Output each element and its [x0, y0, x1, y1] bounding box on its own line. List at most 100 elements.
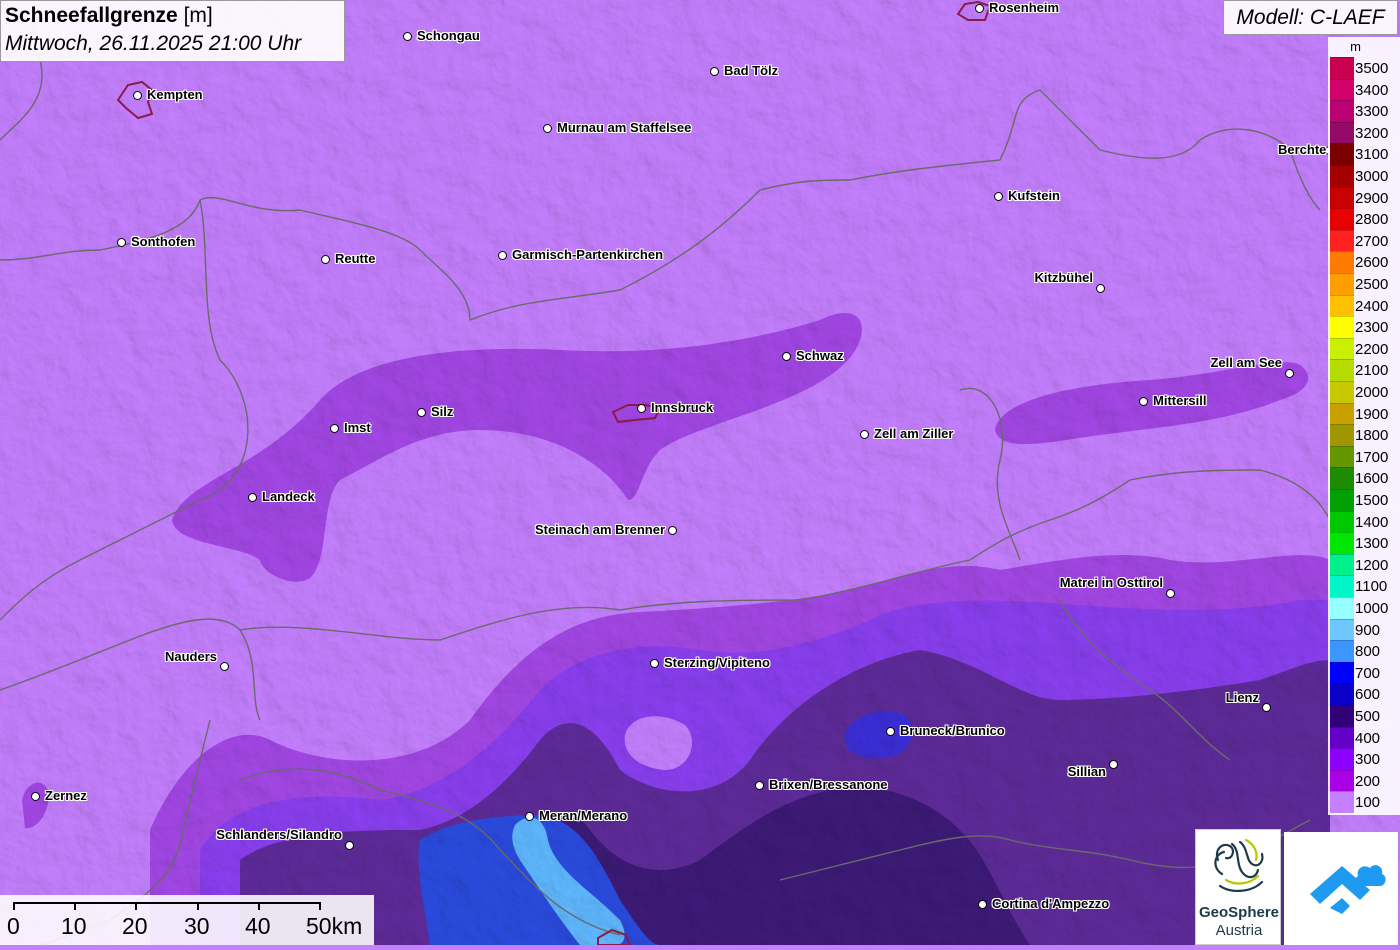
legend-item: 2200	[1328, 337, 1400, 360]
scale-bar: 0 10 20 30 40 50km	[0, 895, 374, 945]
city-label: Zell am See	[1210, 355, 1282, 370]
city-marker[interactable]	[978, 900, 987, 909]
legend-swatch	[1330, 748, 1354, 770]
city-label: Schongau	[417, 28, 480, 43]
city-label: Sonthofen	[131, 234, 196, 249]
legend-swatch	[1330, 337, 1354, 360]
city-marker[interactable]	[975, 4, 984, 13]
city-marker[interactable]	[525, 812, 534, 821]
legend-label: 2900	[1355, 189, 1389, 207]
city-marker[interactable]	[31, 792, 40, 801]
city-marker[interactable]	[755, 781, 764, 790]
legend-label: 200	[1355, 772, 1381, 790]
city-label: Sterzing/Vipiteno	[664, 655, 770, 670]
weather-app-logo[interactable]	[1284, 832, 1398, 945]
legend-swatch	[1330, 57, 1354, 79]
city-marker[interactable]	[345, 841, 354, 850]
legend-item: 1600	[1328, 467, 1400, 489]
geosphere-austria-logo[interactable]: GeoSphere Austria	[1195, 829, 1281, 945]
legend-swatch	[1330, 791, 1354, 813]
city-marker[interactable]	[1285, 369, 1294, 378]
legend-label: 1600	[1355, 470, 1389, 488]
legend-swatch	[1330, 445, 1354, 468]
legend-item: 2500	[1328, 273, 1400, 295]
city-marker[interactable]	[403, 32, 412, 41]
city-marker[interactable]	[710, 67, 719, 76]
legend-item: 1200	[1328, 553, 1400, 576]
legend-label: 3200	[1355, 124, 1389, 142]
city-marker[interactable]	[133, 91, 142, 100]
city-label: Schwaz	[796, 348, 844, 363]
city-marker[interactable]	[1109, 760, 1118, 769]
legend-label: 3500	[1355, 60, 1389, 77]
legend-swatch	[1330, 273, 1354, 295]
city-marker[interactable]	[637, 404, 646, 413]
legend-label: 1800	[1355, 427, 1389, 445]
legend-swatch	[1330, 165, 1354, 187]
legend-swatch	[1330, 489, 1354, 511]
city-label: Kempten	[147, 87, 203, 102]
city-marker[interactable]	[330, 424, 339, 433]
city-label: Kufstein	[1008, 188, 1060, 203]
city-marker[interactable]	[886, 727, 895, 736]
map-title-unit: [m]	[183, 4, 213, 27]
snowline-map[interactable]	[0, 0, 1400, 945]
legend-item: 2100	[1328, 359, 1400, 381]
city-marker[interactable]	[117, 238, 126, 247]
city-label: Murnau am Staffelsee	[557, 120, 692, 135]
legend-swatch	[1330, 229, 1354, 252]
legend-swatch	[1330, 553, 1354, 576]
legend-item: 1100	[1328, 575, 1400, 597]
legend-item: 700	[1328, 661, 1400, 684]
mountain-cloud-icon	[1310, 865, 1386, 914]
legend-swatch	[1330, 726, 1354, 749]
city-marker[interactable]	[321, 255, 330, 264]
legend-item: 2900	[1328, 186, 1400, 209]
legend-item: 3300	[1328, 100, 1400, 122]
legend-swatch	[1330, 143, 1354, 165]
legend-label: 1000	[1355, 600, 1389, 617]
city-marker[interactable]	[498, 251, 507, 260]
legend-swatch	[1330, 705, 1354, 727]
legend-swatch	[1330, 121, 1354, 144]
city-marker[interactable]	[668, 526, 677, 535]
legend-item: 1500	[1328, 489, 1400, 511]
city-label: Berchte	[1278, 142, 1327, 157]
city-marker[interactable]	[1096, 284, 1105, 293]
city-label: Landeck	[262, 489, 315, 504]
city-marker[interactable]	[1139, 397, 1148, 406]
color-legend: m 3500 3400 3300 3200 3100 3000 2900 2800 2700 26…	[1328, 37, 1400, 815]
city-marker[interactable]	[248, 493, 257, 502]
legend-label: 2500	[1355, 276, 1389, 293]
city-marker[interactable]	[1166, 589, 1175, 598]
geosphere-emblem-icon	[1214, 838, 1264, 892]
legend-label: 2300	[1355, 319, 1389, 337]
city-label: Imst	[344, 420, 371, 435]
city-marker[interactable]	[1262, 703, 1271, 712]
legend-label: 1700	[1355, 448, 1389, 466]
city-marker[interactable]	[220, 662, 229, 671]
city-marker[interactable]	[860, 430, 869, 439]
city-label: Lienz	[1225, 690, 1259, 705]
legend-label: 2200	[1355, 340, 1389, 358]
legend-swatch	[1330, 467, 1354, 489]
city-marker[interactable]	[543, 124, 552, 133]
legend-label: 100	[1355, 794, 1381, 812]
city-marker[interactable]	[417, 408, 426, 417]
legend-swatch	[1330, 510, 1354, 533]
city-label: Zell am Ziller	[874, 426, 954, 441]
city-marker[interactable]	[782, 352, 791, 361]
city-marker[interactable]	[994, 192, 1003, 201]
legend-label: 2800	[1355, 211, 1389, 229]
legend-label: 1100	[1355, 578, 1388, 596]
legend-item: 500	[1328, 705, 1400, 727]
city-marker[interactable]	[650, 659, 659, 668]
legend-swatch	[1330, 402, 1354, 425]
city-label: Sillian	[1067, 764, 1106, 779]
city-label: Schlanders/Silandro	[216, 827, 342, 842]
legend-swatch	[1330, 316, 1354, 338]
map-title: Schneefallgrenze [m]	[5, 2, 340, 30]
legend-item: 2400	[1328, 294, 1400, 317]
model-label: Modell: C-LAEF	[1223, 0, 1398, 35]
legend-item: 100	[1328, 791, 1400, 813]
